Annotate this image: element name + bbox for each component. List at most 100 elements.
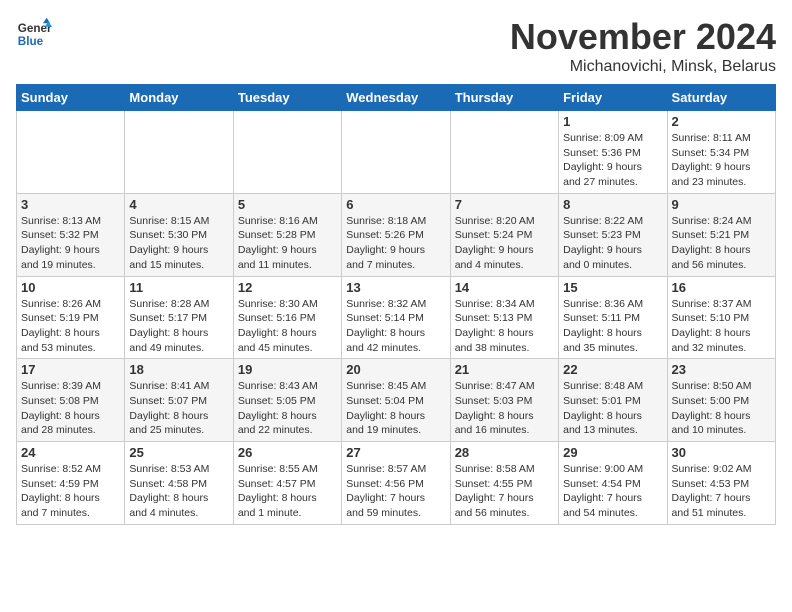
- calendar-cell: 24 Sunrise: 8:52 AM Sunset: 4:59 PM Dayli…: [17, 442, 125, 525]
- calendar-cell: 23 Sunrise: 8:50 AM Sunset: 5:00 PM Dayli…: [667, 359, 775, 442]
- day-number: 30: [672, 445, 771, 460]
- calendar-cell: 16Sunrise: 8:37 AM Sunset: 5:10 PM Dayli…: [667, 276, 775, 359]
- day-number: 10: [21, 280, 120, 295]
- calendar-cell: 2 Sunrise: 8:11 AM Sunset: 5:34 PM Daylig…: [667, 111, 775, 194]
- day-info: Sunrise: 9:02 AM Sunset: 4:53 PM Dayligh…: [672, 462, 771, 521]
- day-info: Sunrise: 8:28 AM Sunset: 5:17 PM Dayligh…: [129, 297, 228, 356]
- day-of-week-header: Saturday: [667, 85, 775, 111]
- day-number: 8: [563, 197, 662, 212]
- page-header: General Blue November 2024 Michanovichi,…: [16, 16, 776, 76]
- day-number: 17: [21, 362, 120, 377]
- day-info: Sunrise: 8:26 AM Sunset: 5:19 PM Dayligh…: [21, 297, 120, 356]
- calendar-cell: 4 Sunrise: 8:15 AM Sunset: 5:30 PM Daylig…: [125, 193, 233, 276]
- calendar-cell: 26 Sunrise: 8:55 AM Sunset: 4:57 PM Dayli…: [233, 442, 341, 525]
- calendar-cell: 20 Sunrise: 8:45 AM Sunset: 5:04 PM Dayli…: [342, 359, 450, 442]
- day-number: 29: [563, 445, 662, 460]
- calendar-table: SundayMondayTuesdayWednesdayThursdayFrid…: [16, 84, 776, 525]
- day-number: 26: [238, 445, 337, 460]
- day-info: Sunrise: 8:24 AM Sunset: 5:21 PM Dayligh…: [672, 214, 771, 273]
- day-info: Sunrise: 8:36 AM Sunset: 5:11 PM Dayligh…: [563, 297, 662, 356]
- day-number: 1: [563, 114, 662, 129]
- calendar-cell: 10 Sunrise: 8:26 AM Sunset: 5:19 PM Dayli…: [17, 276, 125, 359]
- calendar-cell: 6 Sunrise: 8:18 AM Sunset: 5:26 PM Daylig…: [342, 193, 450, 276]
- calendar-week-row: 1 Sunrise: 8:09 AM Sunset: 5:36 PM Daylig…: [17, 111, 776, 194]
- day-of-week-header: Wednesday: [342, 85, 450, 111]
- day-number: 28: [455, 445, 554, 460]
- day-info: Sunrise: 8:15 AM Sunset: 5:30 PM Dayligh…: [129, 214, 228, 273]
- day-info: Sunrise: 8:48 AM Sunset: 5:01 PM Dayligh…: [563, 379, 662, 438]
- day-number: 24: [21, 445, 120, 460]
- day-number: 4: [129, 197, 228, 212]
- day-number: 12: [238, 280, 337, 295]
- day-info: Sunrise: 8:41 AM Sunset: 5:07 PM Dayligh…: [129, 379, 228, 438]
- calendar-cell: 5 Sunrise: 8:16 AM Sunset: 5:28 PM Daylig…: [233, 193, 341, 276]
- day-info: Sunrise: 8:57 AM Sunset: 4:56 PM Dayligh…: [346, 462, 445, 521]
- day-info: Sunrise: 8:11 AM Sunset: 5:34 PM Dayligh…: [672, 131, 771, 190]
- calendar-cell: 7Sunrise: 8:20 AM Sunset: 5:24 PM Daylig…: [450, 193, 558, 276]
- day-info: Sunrise: 8:53 AM Sunset: 4:58 PM Dayligh…: [129, 462, 228, 521]
- calendar-cell: 15 Sunrise: 8:36 AM Sunset: 5:11 PM Dayli…: [559, 276, 667, 359]
- day-number: 27: [346, 445, 445, 460]
- day-info: Sunrise: 9:00 AM Sunset: 4:54 PM Dayligh…: [563, 462, 662, 521]
- calendar-cell: 21 Sunrise: 8:47 AM Sunset: 5:03 PM Dayli…: [450, 359, 558, 442]
- calendar-cell: 25 Sunrise: 8:53 AM Sunset: 4:58 PM Dayli…: [125, 442, 233, 525]
- calendar-cell: [17, 111, 125, 194]
- calendar-cell: 12 Sunrise: 8:30 AM Sunset: 5:16 PM Dayli…: [233, 276, 341, 359]
- day-info: Sunrise: 8:09 AM Sunset: 5:36 PM Dayligh…: [563, 131, 662, 190]
- day-number: 7: [455, 197, 554, 212]
- day-number: 20: [346, 362, 445, 377]
- day-number: 3: [21, 197, 120, 212]
- month-title: November 2024: [510, 16, 776, 58]
- day-info: Sunrise: 8:52 AM Sunset: 4:59 PM Dayligh…: [21, 462, 120, 521]
- day-info: Sunrise: 8:18 AM Sunset: 5:26 PM Dayligh…: [346, 214, 445, 273]
- day-number: 6: [346, 197, 445, 212]
- calendar-cell: [342, 111, 450, 194]
- calendar-week-row: 24 Sunrise: 8:52 AM Sunset: 4:59 PM Dayli…: [17, 442, 776, 525]
- logo-icon: General Blue: [16, 16, 52, 52]
- calendar-cell: [233, 111, 341, 194]
- day-info: Sunrise: 8:16 AM Sunset: 5:28 PM Dayligh…: [238, 214, 337, 273]
- calendar-cell: 1 Sunrise: 8:09 AM Sunset: 5:36 PM Daylig…: [559, 111, 667, 194]
- calendar-cell: [450, 111, 558, 194]
- day-info: Sunrise: 8:43 AM Sunset: 5:05 PM Dayligh…: [238, 379, 337, 438]
- day-info: Sunrise: 8:55 AM Sunset: 4:57 PM Dayligh…: [238, 462, 337, 521]
- day-number: 5: [238, 197, 337, 212]
- day-number: 2: [672, 114, 771, 129]
- day-info: Sunrise: 8:58 AM Sunset: 4:55 PM Dayligh…: [455, 462, 554, 521]
- day-of-week-header: Monday: [125, 85, 233, 111]
- day-number: 15: [563, 280, 662, 295]
- day-number: 25: [129, 445, 228, 460]
- day-number: 23: [672, 362, 771, 377]
- day-info: Sunrise: 8:30 AM Sunset: 5:16 PM Dayligh…: [238, 297, 337, 356]
- calendar-cell: [125, 111, 233, 194]
- day-number: 9: [672, 197, 771, 212]
- day-info: Sunrise: 8:34 AM Sunset: 5:13 PM Dayligh…: [455, 297, 554, 356]
- day-number: 21: [455, 362, 554, 377]
- calendar-cell: 18Sunrise: 8:41 AM Sunset: 5:07 PM Dayli…: [125, 359, 233, 442]
- logo: General Blue: [16, 16, 52, 52]
- day-info: Sunrise: 8:47 AM Sunset: 5:03 PM Dayligh…: [455, 379, 554, 438]
- calendar-cell: 30 Sunrise: 9:02 AM Sunset: 4:53 PM Dayli…: [667, 442, 775, 525]
- title-area: November 2024 Michanovichi, Minsk, Belar…: [510, 16, 776, 76]
- calendar-cell: 17 Sunrise: 8:39 AM Sunset: 5:08 PM Dayli…: [17, 359, 125, 442]
- calendar-cell: 3Sunrise: 8:13 AM Sunset: 5:32 PM Daylig…: [17, 193, 125, 276]
- location-subtitle: Michanovichi, Minsk, Belarus: [510, 58, 776, 76]
- calendar-week-row: 3Sunrise: 8:13 AM Sunset: 5:32 PM Daylig…: [17, 193, 776, 276]
- day-of-week-header: Thursday: [450, 85, 558, 111]
- day-info: Sunrise: 8:50 AM Sunset: 5:00 PM Dayligh…: [672, 379, 771, 438]
- calendar-header-row: SundayMondayTuesdayWednesdayThursdayFrid…: [17, 85, 776, 111]
- day-info: Sunrise: 8:39 AM Sunset: 5:08 PM Dayligh…: [21, 379, 120, 438]
- calendar-cell: 22Sunrise: 8:48 AM Sunset: 5:01 PM Dayli…: [559, 359, 667, 442]
- calendar-week-row: 10 Sunrise: 8:26 AM Sunset: 5:19 PM Dayli…: [17, 276, 776, 359]
- calendar-cell: 9 Sunrise: 8:24 AM Sunset: 5:21 PM Daylig…: [667, 193, 775, 276]
- calendar-cell: 28 Sunrise: 8:58 AM Sunset: 4:55 PM Dayli…: [450, 442, 558, 525]
- calendar-cell: 14Sunrise: 8:34 AM Sunset: 5:13 PM Dayli…: [450, 276, 558, 359]
- calendar-cell: 27 Sunrise: 8:57 AM Sunset: 4:56 PM Dayli…: [342, 442, 450, 525]
- day-info: Sunrise: 8:37 AM Sunset: 5:10 PM Dayligh…: [672, 297, 771, 356]
- day-number: 13: [346, 280, 445, 295]
- day-info: Sunrise: 8:45 AM Sunset: 5:04 PM Dayligh…: [346, 379, 445, 438]
- calendar-cell: 13 Sunrise: 8:32 AM Sunset: 5:14 PM Dayli…: [342, 276, 450, 359]
- calendar-cell: 11Sunrise: 8:28 AM Sunset: 5:17 PM Dayli…: [125, 276, 233, 359]
- day-info: Sunrise: 8:32 AM Sunset: 5:14 PM Dayligh…: [346, 297, 445, 356]
- day-number: 19: [238, 362, 337, 377]
